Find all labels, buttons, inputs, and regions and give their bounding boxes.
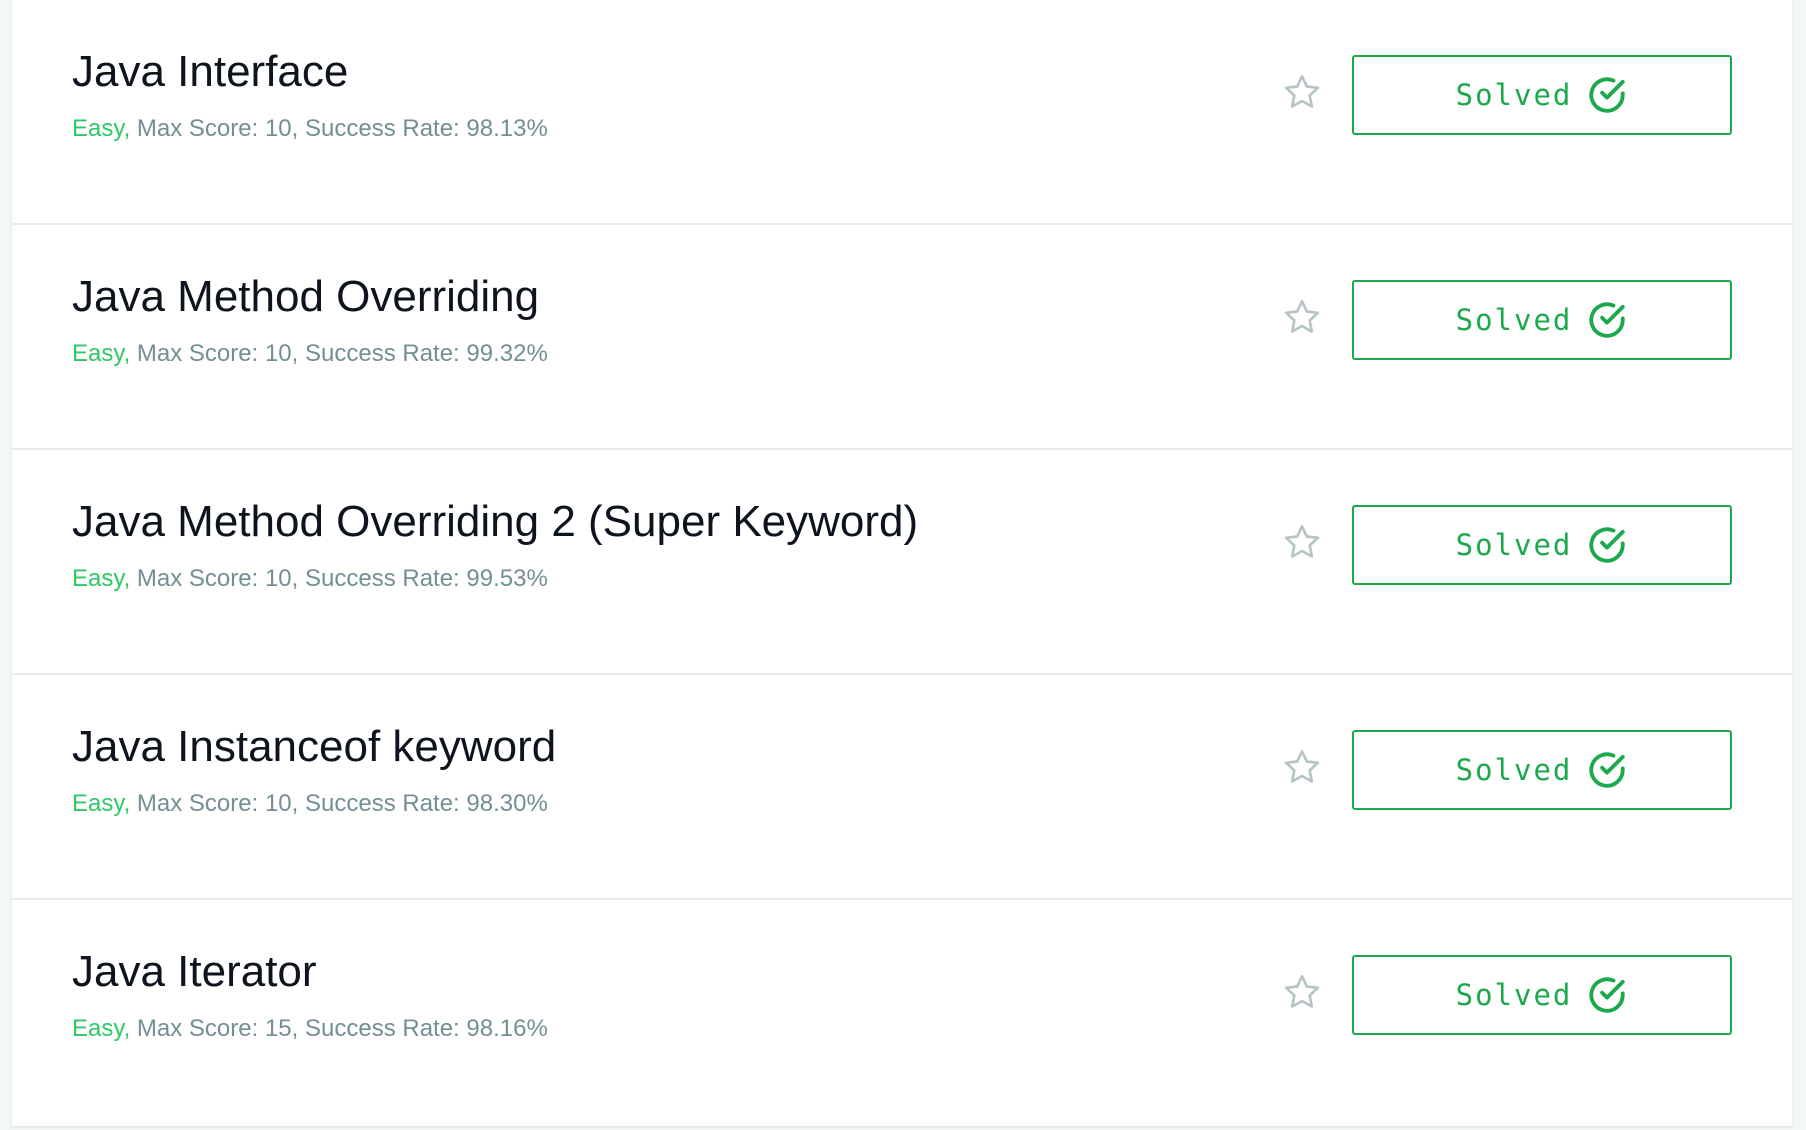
star-icon[interactable]	[1282, 522, 1322, 562]
challenge-details: Max Score: 10, Success Rate: 99.53%	[130, 565, 548, 592]
star-icon[interactable]	[1282, 72, 1322, 112]
check-circle-icon	[1589, 77, 1626, 113]
solved-button[interactable]: Solved	[1352, 55, 1732, 135]
challenge-row: Java Interface Easy, Max Score: 10, Succ…	[12, 0, 1792, 225]
star-icon[interactable]	[1282, 747, 1322, 787]
challenge-list: Java Interface Easy, Max Score: 10, Succ…	[12, 0, 1792, 1126]
solved-button[interactable]: Solved	[1352, 505, 1732, 585]
difficulty-label: Easy,	[72, 565, 131, 592]
challenge-row: Java Iterator Easy, Max Score: 15, Succe…	[12, 900, 1792, 1126]
check-circle-icon	[1589, 527, 1626, 563]
challenge-title[interactable]: Java Instanceof keyword	[72, 719, 556, 775]
solved-button[interactable]: Solved	[1352, 730, 1732, 810]
check-circle-icon	[1589, 752, 1626, 788]
check-circle-icon	[1589, 977, 1626, 1013]
difficulty-label: Easy,	[72, 1015, 131, 1042]
challenge-title[interactable]: Java Interface	[72, 44, 348, 100]
challenge-row: Java Method Overriding Easy, Max Score: …	[12, 225, 1792, 450]
challenge-meta: Easy, Max Score: 10, Success Rate: 98.13…	[72, 112, 548, 146]
solved-button[interactable]: Solved	[1352, 955, 1732, 1035]
challenge-row: Java Instanceof keyword Easy, Max Score:…	[12, 675, 1792, 900]
challenge-meta: Easy, Max Score: 10, Success Rate: 99.53…	[72, 562, 548, 596]
star-icon[interactable]	[1282, 297, 1322, 337]
solved-label: Solved	[1455, 978, 1573, 1012]
challenge-meta: Easy, Max Score: 10, Success Rate: 99.32…	[72, 337, 548, 371]
difficulty-label: Easy,	[72, 115, 131, 142]
challenge-title[interactable]: Java Iterator	[72, 944, 317, 1000]
challenge-details: Max Score: 10, Success Rate: 98.13%	[130, 115, 548, 142]
challenge-meta: Easy, Max Score: 15, Success Rate: 98.16…	[72, 1012, 548, 1046]
solved-label: Solved	[1455, 78, 1573, 112]
solved-label: Solved	[1455, 528, 1573, 562]
solved-label: Solved	[1455, 303, 1573, 337]
difficulty-label: Easy,	[72, 340, 131, 367]
challenge-details: Max Score: 15, Success Rate: 98.16%	[130, 1015, 548, 1042]
solved-label: Solved	[1455, 753, 1573, 787]
challenge-details: Max Score: 10, Success Rate: 98.30%	[130, 790, 548, 817]
challenge-row: Java Method Overriding 2 (Super Keyword)…	[12, 450, 1792, 675]
challenge-title[interactable]: Java Method Overriding	[72, 269, 539, 325]
difficulty-label: Easy,	[72, 790, 131, 817]
star-icon[interactable]	[1282, 972, 1322, 1012]
challenge-list-page: Java Interface Easy, Max Score: 10, Succ…	[0, 0, 1806, 1130]
solved-button[interactable]: Solved	[1352, 280, 1732, 360]
challenge-details: Max Score: 10, Success Rate: 99.32%	[130, 340, 548, 367]
check-circle-icon	[1589, 302, 1626, 338]
challenge-title[interactable]: Java Method Overriding 2 (Super Keyword)	[72, 494, 918, 550]
challenge-meta: Easy, Max Score: 10, Success Rate: 98.30…	[72, 787, 548, 821]
